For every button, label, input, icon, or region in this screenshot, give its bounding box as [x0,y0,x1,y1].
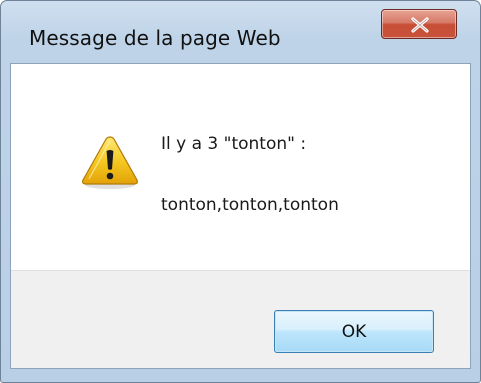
warning-icon [82,136,138,189]
close-icon [411,17,429,33]
title-bar[interactable]: Message de la page Web [1,1,480,63]
message-area: Il y a 3 "tonton" : tonton,tonton,tonton [11,64,470,270]
message-dialog-window: Message de la page Web Il y a 3 "tonton"… [0,0,481,383]
message-count-text: Il y a 3 "tonton" : [161,134,307,154]
dialog-client-area: Il y a 3 "tonton" : tonton,tonton,tonton… [10,63,471,369]
message-list-text: tonton,tonton,tonton [161,195,339,215]
close-button[interactable] [381,9,457,39]
button-bar: OK [11,270,470,368]
window-title: Message de la page Web [29,26,281,50]
ok-button[interactable]: OK [274,310,434,353]
